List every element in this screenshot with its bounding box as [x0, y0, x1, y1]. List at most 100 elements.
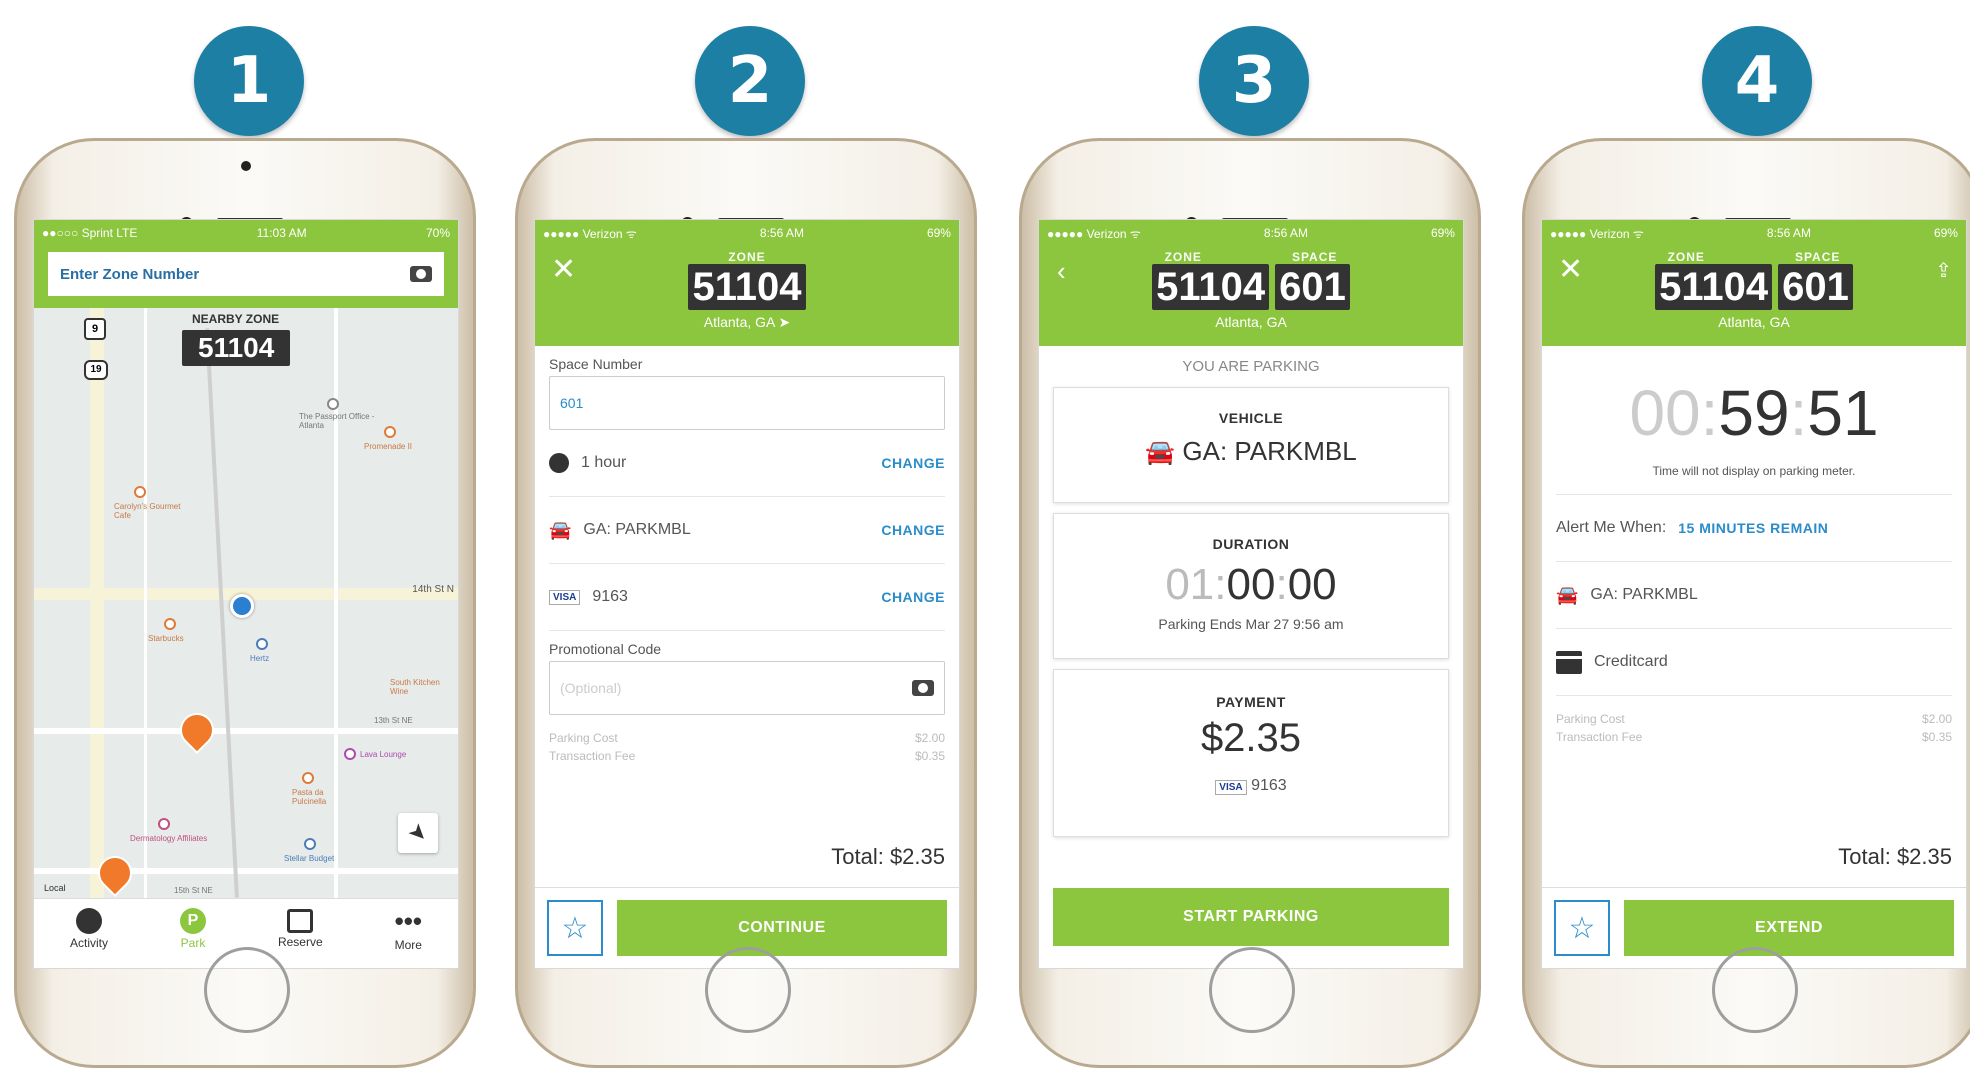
more-icon: ••• [394, 906, 422, 936]
clock: 11:03 AM [256, 226, 307, 240]
space-label: SPACE [1291, 250, 1338, 264]
vehicle-card: VEHICLE 🚘 GA: PARKMBL [1053, 387, 1449, 503]
zone-number: 51104 [1655, 264, 1773, 310]
promo-placeholder: (Optional) [560, 680, 622, 696]
back-icon[interactable]: ‹ [1057, 256, 1066, 287]
tab-more[interactable]: ••• More [395, 906, 422, 952]
space-number-label: Space Number [549, 356, 643, 372]
countdown-timer: 00:59:51 [1629, 377, 1879, 449]
space-number: 601 [1778, 264, 1853, 310]
vehicle-line: 🚘 GA: PARKMBL [1145, 436, 1357, 466]
nearby-zone-label: NEARBY ZONE [192, 312, 280, 326]
change-vehicle-button[interactable]: CHANGE [881, 522, 945, 538]
visa-icon: VISA [1215, 780, 1247, 795]
tab-label: Activity [69, 936, 108, 950]
carrier: ●●●●● Verizon ᯤ [1550, 226, 1644, 241]
poi-label: Stellar Budget [284, 854, 335, 863]
cost-label: Parking Cost [549, 731, 618, 745]
phone-3-screen: ●●●●● Verizon ᯤ 8:56 AM 69% ‹ ZONE SPACE … [1038, 219, 1464, 969]
status-bar: ●●●●● Verizon ᯤ 8:56 AM 69% [535, 220, 959, 246]
phone-4: ●●●●● Verizon ᯤ 8:56 AM 69% ✕ ⇪ ZONE SPAC… [1522, 138, 1970, 1068]
parking-pin-icon[interactable] [172, 705, 222, 755]
nearby-zone-box[interactable]: 51104 [182, 330, 291, 366]
step-2-badge: 2 [695, 26, 805, 136]
zone-header: ‹ ZONE SPACE 51104 601 Atlanta, GA [1039, 246, 1463, 346]
promo-code-input[interactable]: (Optional) [549, 661, 945, 715]
battery: 69% [1430, 226, 1455, 240]
car-icon: 🚘 [1556, 584, 1579, 605]
map[interactable]: 9 19 NEARBY ZONE 51104 14th St N The Pas… [34, 308, 458, 898]
continue-button[interactable]: CONTINUE [617, 900, 947, 956]
space-number-value: 601 [560, 395, 584, 411]
cost-value: $2.00 [1921, 712, 1952, 726]
you-are-parking: YOU ARE PARKING [1182, 358, 1320, 375]
space-label: SPACE [1794, 250, 1841, 264]
zone-number: 51104 [1152, 264, 1270, 310]
status-bar: ●●●●● Verizon ᯤ 8:56 AM 69% [1039, 220, 1463, 246]
alert-value-button[interactable]: 15 MINUTES REMAIN [1678, 520, 1828, 536]
change-payment-button[interactable]: CHANGE [881, 589, 945, 605]
step-4-badge: 4 [1702, 26, 1812, 136]
home-button[interactable] [1209, 947, 1295, 1033]
clock: 8:56 AM [1263, 226, 1308, 240]
zone-search-input[interactable]: Enter Zone Number [48, 252, 444, 296]
extend-button[interactable]: EXTEND [1624, 900, 1954, 956]
phone-3: ●●●●● Verizon ᯤ 8:56 AM 69% ‹ ZONE SPACE … [1019, 138, 1481, 1068]
poi-label: South Kitchen Wine [390, 678, 440, 696]
carrier: ●●●●● Verizon ᯤ [543, 226, 637, 241]
cost-value: $0.35 [1921, 730, 1952, 744]
duration-value: 1 hour [581, 454, 627, 471]
phone-camera [241, 161, 251, 171]
star-icon: ☆ [1568, 911, 1596, 945]
space-number-input[interactable]: 601 [549, 376, 945, 430]
search-bar-area: Enter Zone Number [34, 246, 458, 308]
street-label: 13th St NE [374, 716, 413, 725]
meter-note: Time will not display on parking meter. [1652, 464, 1856, 478]
tab-label: Reserve [277, 935, 323, 949]
payment-card-line: VISA 9163 [1054, 777, 1448, 795]
status-bar: ●●●●● Verizon ᯤ 8:56 AM 69% [1542, 220, 1966, 246]
home-button[interactable] [705, 947, 791, 1033]
zone-label: ZONE [1667, 250, 1705, 264]
tab-label: Park [180, 936, 206, 950]
home-button[interactable] [1712, 947, 1798, 1033]
car-icon: 🚘 [549, 519, 572, 540]
share-icon[interactable]: ⇪ [1935, 258, 1952, 283]
vehicle-row: 🚘 GA: PARKMBL [1556, 562, 1952, 629]
battery: 70% [425, 226, 450, 240]
zone-label: ZONE [1164, 250, 1202, 264]
duration-time: 01:00:00 [1165, 560, 1337, 609]
camera-icon[interactable] [410, 266, 432, 282]
vehicle-value: GA: PARKMBL [1590, 586, 1698, 603]
close-icon[interactable]: ✕ [1558, 252, 1583, 287]
tab-reserve[interactable]: Reserve [278, 909, 323, 949]
space-number: 601 [1275, 264, 1350, 310]
zone-search-placeholder: Enter Zone Number [60, 265, 200, 283]
cost-label: Transaction Fee [1556, 730, 1643, 744]
locate-button[interactable]: ➤ [398, 813, 438, 853]
favorite-button[interactable]: ☆ [547, 900, 603, 956]
payment-row: Creditcard [1556, 629, 1952, 696]
route-shield: 19 [84, 360, 108, 380]
camera-icon[interactable] [912, 680, 934, 696]
promo-label: Promotional Code [549, 641, 662, 657]
clock: 8:56 AM [1766, 226, 1811, 240]
poi-label: Promenade II [364, 442, 413, 451]
phone-4-screen: ●●●●● Verizon ᯤ 8:56 AM 69% ✕ ⇪ ZONE SPAC… [1541, 219, 1967, 969]
tab-park[interactable]: P Park [179, 908, 206, 950]
carrier: ●●●●● Verizon ᯤ [1047, 226, 1141, 241]
poi-label: Carolyn's Gourmet Cafe [114, 502, 181, 520]
tab-activity[interactable]: Activity [70, 908, 108, 950]
change-duration-button[interactable]: CHANGE [881, 455, 945, 471]
start-parking-button[interactable]: START PARKING [1053, 888, 1449, 946]
alert-row: Alert Me When: 15 MINUTES REMAIN [1556, 494, 1952, 562]
star-icon: ☆ [561, 911, 589, 945]
home-button[interactable] [204, 947, 290, 1033]
location-arrow-icon: ➤ [778, 314, 791, 330]
cost-value: $2.00 [914, 731, 945, 745]
carrier: ●●○○○ Sprint LTE [42, 226, 138, 240]
battery: 69% [926, 226, 951, 240]
step-1-badge: 1 [194, 26, 304, 136]
favorite-button[interactable]: ☆ [1554, 900, 1610, 956]
total: Total: $2.35 [831, 844, 945, 869]
